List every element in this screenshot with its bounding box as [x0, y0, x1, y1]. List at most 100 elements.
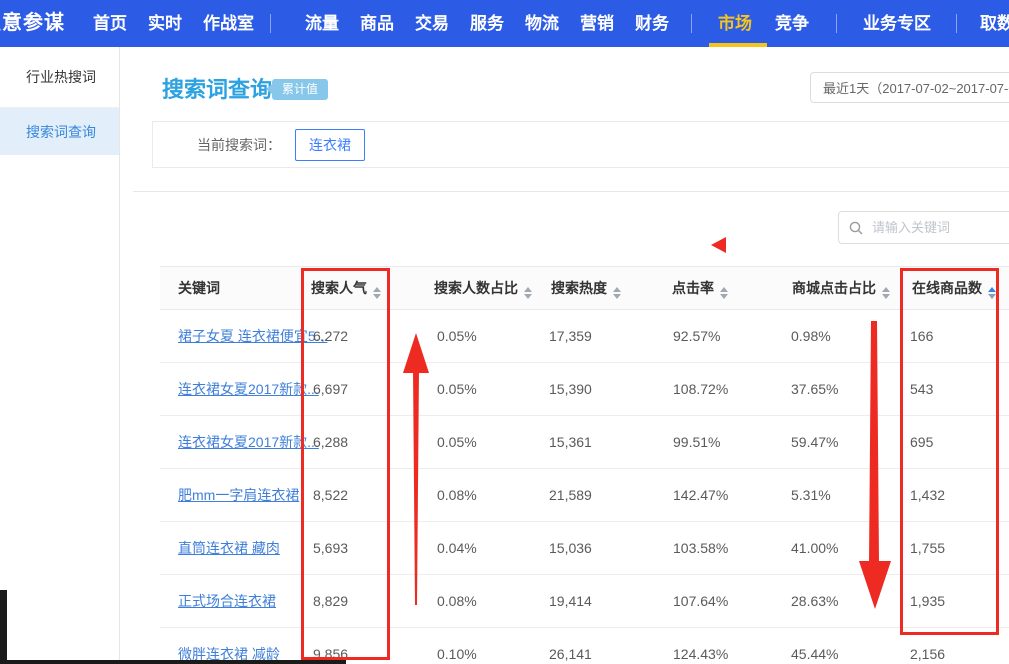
- cell-searcher-ratio: 0.05%: [437, 310, 477, 362]
- table-row: 肥mm一字肩连衣裙 8,522 0.08% 21,589 142.47% 5.3…: [160, 469, 1009, 522]
- nav-item-finance[interactable]: 财务: [635, 0, 669, 47]
- column-header-search-popularity[interactable]: 搜索人气: [311, 267, 381, 310]
- nav-divider: [836, 14, 837, 33]
- current-search-term-value-button[interactable]: 连衣裙: [295, 129, 365, 161]
- cell-ctr: 92.57%: [673, 310, 720, 362]
- search-icon: [849, 221, 863, 235]
- nav-item-logistics[interactable]: 物流: [525, 0, 559, 47]
- screen-edge-artifact: [0, 660, 346, 664]
- cell-search-popularity: 6,272: [313, 310, 348, 362]
- cell-search-heat: 26,141: [549, 628, 592, 664]
- keyword-link[interactable]: 微胖连衣裙 减龄: [178, 628, 280, 664]
- cell-search-heat: 21,589: [549, 469, 592, 521]
- keyword-search-box: [838, 211, 1009, 244]
- cell-search-heat: 15,036: [549, 522, 592, 574]
- screen-edge-artifact: [0, 590, 7, 664]
- cell-search-popularity: 8,829: [313, 575, 348, 627]
- cell-mall-click-ratio: 59.47%: [791, 416, 838, 468]
- page-title: 搜索词查询: [162, 72, 272, 104]
- cell-mall-click-ratio: 45.44%: [791, 628, 838, 664]
- cell-online-products: 1,432: [910, 469, 945, 521]
- sidebar-item-industry-hot-words[interactable]: 行业热搜词: [0, 47, 119, 108]
- nav-item-traffic[interactable]: 流量: [305, 0, 339, 47]
- keyword-link[interactable]: 连衣裙女夏2017新款...: [178, 416, 319, 468]
- column-header-online-products[interactable]: 在线商品数: [912, 267, 996, 310]
- column-header-keyword: 关键词: [178, 267, 220, 310]
- sort-control[interactable]: [373, 287, 381, 299]
- cell-mall-click-ratio: 37.65%: [791, 363, 838, 415]
- top-navigation: 生意参谋 首页 实时 作战室 流量 商品 交易 服务 物流 营销 财务 市场 竞…: [0, 0, 1009, 47]
- table-row: 连衣裙女夏2017新款... 6,288 0.05% 15,361 99.51%…: [160, 416, 1009, 469]
- cell-ctr: 142.47%: [673, 469, 728, 521]
- active-tab-underline: [709, 43, 767, 47]
- nav-item-data-extract[interactable]: 取数: [980, 0, 1009, 47]
- cell-ctr: 99.51%: [673, 416, 720, 468]
- cell-search-heat: 19,414: [549, 575, 592, 627]
- keyword-link[interactable]: 裙子女夏 连衣裙便宜5...: [178, 310, 327, 362]
- nav-item-service[interactable]: 服务: [470, 0, 504, 47]
- section-divider: [133, 191, 1009, 192]
- table-row: 连衣裙女夏2017新款... 6,697 0.05% 15,390 108.72…: [160, 363, 1009, 416]
- nav-item-war-room[interactable]: 作战室: [203, 0, 254, 47]
- sidebar-item-search-word-query[interactable]: 搜索词查询: [0, 108, 119, 155]
- annotation-arrow-left: [711, 237, 726, 253]
- table-row: 直筒连衣裙 藏肉 5,693 0.04% 15,036 103.58% 41.0…: [160, 522, 1009, 575]
- cell-mall-click-ratio: 0.98%: [791, 310, 831, 362]
- nav-item-home[interactable]: 首页: [93, 0, 127, 47]
- cell-online-products: 1,935: [910, 575, 945, 627]
- nav-item-realtime[interactable]: 实时: [148, 0, 182, 47]
- nav-item-products[interactable]: 商品: [360, 0, 394, 47]
- cell-searcher-ratio: 0.08%: [437, 575, 477, 627]
- cell-search-heat: 15,390: [549, 363, 592, 415]
- nav-divider: [270, 14, 271, 33]
- cell-searcher-ratio: 0.05%: [437, 363, 477, 415]
- keyword-link[interactable]: 正式场合连衣裙: [178, 575, 276, 627]
- search-terms-table: 关键词 搜索人气 搜索人数占比 搜索热度 点击率 商城点击占比 在线商品数 裙子…: [160, 266, 1009, 664]
- cell-mall-click-ratio: 41.00%: [791, 522, 838, 574]
- sidebar: 行业热搜词 搜索词查询: [0, 47, 120, 664]
- current-search-term-label: 当前搜索词：: [197, 135, 281, 155]
- cell-searcher-ratio: 0.05%: [437, 416, 477, 468]
- cell-online-products: 695: [910, 416, 933, 468]
- screen: 生意参谋 首页 实时 作战室 流量 商品 交易 服务 物流 营销 财务 市场 竞…: [0, 0, 1009, 664]
- cell-ctr: 103.58%: [673, 522, 728, 574]
- nav-divider: [691, 14, 692, 33]
- cell-online-products: 2,156: [910, 628, 945, 664]
- keyword-link[interactable]: 肥mm一字肩连衣裙: [178, 469, 299, 521]
- cell-ctr: 108.72%: [673, 363, 728, 415]
- cell-search-popularity: 9,856: [313, 628, 348, 664]
- sort-control[interactable]: [524, 287, 532, 299]
- nav-item-marketing[interactable]: 营销: [580, 0, 614, 47]
- keyword-search-input[interactable]: [870, 219, 1009, 236]
- column-header-search-heat[interactable]: 搜索热度: [551, 267, 621, 310]
- keyword-link[interactable]: 连衣裙女夏2017新款...: [178, 363, 319, 415]
- cell-online-products: 543: [910, 363, 933, 415]
- cell-online-products: 1,755: [910, 522, 945, 574]
- column-header-ctr[interactable]: 点击率: [672, 267, 728, 310]
- current-search-term-box: 当前搜索词： 连衣裙: [152, 121, 1009, 168]
- sort-control[interactable]: [613, 287, 621, 299]
- column-header-mall-click-ratio[interactable]: 商城点击占比: [792, 267, 890, 310]
- cell-search-heat: 17,359: [549, 310, 592, 362]
- cell-search-popularity: 5,693: [313, 522, 348, 574]
- brand-logo[interactable]: 生意参谋: [0, 0, 65, 47]
- nav-item-business-zone[interactable]: 业务专区: [863, 0, 931, 47]
- cell-search-popularity: 8,522: [313, 469, 348, 521]
- cell-searcher-ratio: 0.08%: [437, 469, 477, 521]
- keyword-link[interactable]: 直筒连衣裙 藏肉: [178, 522, 280, 574]
- sort-control-active[interactable]: [988, 287, 996, 299]
- nav-divider: [956, 14, 957, 33]
- table-header: 关键词 搜索人气 搜索人数占比 搜索热度 点击率 商城点击占比 在线商品数: [160, 266, 1009, 310]
- sort-control[interactable]: [882, 287, 890, 299]
- cell-online-products: 166: [910, 310, 933, 362]
- cell-search-heat: 15,361: [549, 416, 592, 468]
- nav-item-market[interactable]: 市场: [718, 0, 752, 47]
- table-row: 正式场合连衣裙 8,829 0.08% 19,414 107.64% 28.63…: [160, 575, 1009, 628]
- date-range-selector[interactable]: 最近1天（2017-07-02~2017-07-02）: [810, 72, 1009, 103]
- nav-item-competition[interactable]: 竞争: [775, 0, 809, 47]
- cell-searcher-ratio: 0.04%: [437, 522, 477, 574]
- sort-control[interactable]: [720, 287, 728, 299]
- cell-searcher-ratio: 0.10%: [437, 628, 477, 664]
- nav-item-trade[interactable]: 交易: [415, 0, 449, 47]
- column-header-searcher-ratio[interactable]: 搜索人数占比: [434, 267, 532, 310]
